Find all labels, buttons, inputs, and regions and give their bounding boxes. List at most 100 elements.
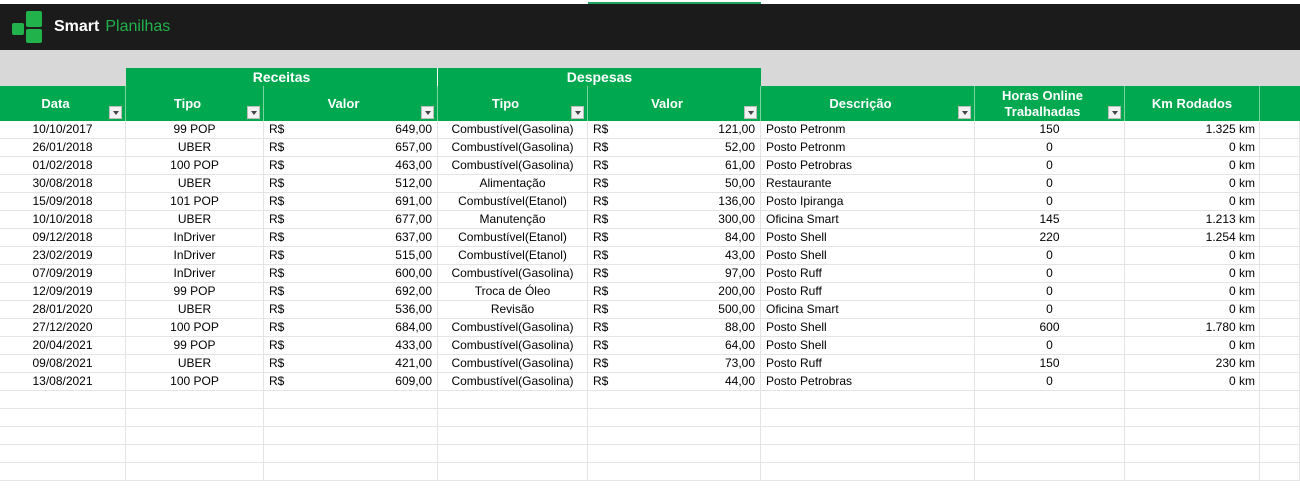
valor-despesa-cell[interactable]: R$ 61,00 <box>588 157 761 174</box>
descricao-cell[interactable]: Oficina Smart <box>761 211 975 228</box>
descricao-cell[interactable]: Posto Shell <box>761 319 975 336</box>
tipo-receita-cell[interactable]: UBER <box>126 355 264 372</box>
km-cell[interactable]: 1.780 km <box>1125 319 1260 336</box>
empty-cell[interactable] <box>0 445 126 462</box>
empty-cell[interactable] <box>1260 463 1300 480</box>
tipo-despesa-cell[interactable]: Combustível(Gasolina) <box>438 319 588 336</box>
data-cell[interactable]: 09/08/2021 <box>0 355 126 372</box>
tipo-receita-cell[interactable]: UBER <box>126 211 264 228</box>
empty-cell[interactable] <box>1260 445 1300 462</box>
descricao-cell[interactable]: Posto Petrobras <box>761 157 975 174</box>
empty-cell[interactable] <box>588 445 761 462</box>
filter-dropdown-icon[interactable] <box>247 106 260 119</box>
horas-cell[interactable]: 0 <box>975 175 1125 192</box>
empty-cell[interactable] <box>761 409 975 426</box>
descricao-cell[interactable]: Posto Ruff <box>761 283 975 300</box>
tipo-receita-cell[interactable]: 99 POP <box>126 337 264 354</box>
filter-dropdown-icon[interactable] <box>1108 106 1121 119</box>
data-cell[interactable]: 10/10/2017 <box>0 121 126 138</box>
filter-dropdown-icon[interactable] <box>958 106 971 119</box>
empty-cell[interactable] <box>0 427 126 444</box>
tipo-despesa-cell[interactable]: Combustível(Gasolina) <box>438 121 588 138</box>
valor-receita-cell[interactable]: R$ 600,00 <box>264 265 438 282</box>
horas-cell[interactable]: 0 <box>975 373 1125 390</box>
tipo-despesa-cell[interactable]: Combustível(Etanol) <box>438 229 588 246</box>
valor-despesa-cell[interactable]: R$ 84,00 <box>588 229 761 246</box>
horas-cell[interactable]: 0 <box>975 157 1125 174</box>
data-cell[interactable]: 23/02/2019 <box>0 247 126 264</box>
tipo-receita-cell[interactable]: InDriver <box>126 265 264 282</box>
descricao-cell[interactable]: Posto Ruff <box>761 265 975 282</box>
tipo-despesa-cell[interactable]: Manutenção <box>438 211 588 228</box>
valor-despesa-cell[interactable]: R$ 43,00 <box>588 247 761 264</box>
empty-cell[interactable] <box>975 463 1125 480</box>
filter-dropdown-icon[interactable] <box>109 106 122 119</box>
valor-despesa-cell[interactable]: R$ 500,00 <box>588 301 761 318</box>
tipo-despesa-cell[interactable]: Combustível(Gasolina) <box>438 337 588 354</box>
valor-receita-cell[interactable]: R$ 536,00 <box>264 301 438 318</box>
tipo-despesa-cell[interactable]: Combustível(Gasolina) <box>438 265 588 282</box>
valor-despesa-cell[interactable]: R$ 52,00 <box>588 139 761 156</box>
empty-cell[interactable] <box>1260 121 1300 138</box>
empty-cell[interactable] <box>588 463 761 480</box>
empty-cell[interactable] <box>1125 463 1260 480</box>
tipo-receita-cell[interactable]: UBER <box>126 301 264 318</box>
empty-cell[interactable] <box>1260 229 1300 246</box>
empty-cell[interactable] <box>126 463 264 480</box>
valor-receita-cell[interactable]: R$ 433,00 <box>264 337 438 354</box>
descricao-cell[interactable]: Posto Shell <box>761 247 975 264</box>
valor-despesa-cell[interactable]: R$ 64,00 <box>588 337 761 354</box>
km-cell[interactable]: 230 km <box>1125 355 1260 372</box>
empty-cell[interactable] <box>438 391 588 408</box>
data-cell[interactable]: 01/02/2018 <box>0 157 126 174</box>
empty-cell[interactable] <box>761 391 975 408</box>
empty-cell[interactable] <box>264 463 438 480</box>
km-cell[interactable]: 1.254 km <box>1125 229 1260 246</box>
valor-receita-cell[interactable]: R$ 609,00 <box>264 373 438 390</box>
descricao-cell[interactable]: Posto Shell <box>761 337 975 354</box>
tipo-receita-cell[interactable]: UBER <box>126 175 264 192</box>
descricao-cell[interactable]: Posto Petronm <box>761 139 975 156</box>
empty-cell[interactable] <box>588 427 761 444</box>
empty-cell[interactable] <box>264 427 438 444</box>
tipo-receita-cell[interactable]: 100 POP <box>126 373 264 390</box>
km-cell[interactable]: 0 km <box>1125 265 1260 282</box>
tipo-despesa-cell[interactable]: Troca de Óleo <box>438 283 588 300</box>
empty-cell[interactable] <box>1260 265 1300 282</box>
data-cell[interactable]: 15/09/2018 <box>0 193 126 210</box>
descricao-cell[interactable]: Restaurante <box>761 175 975 192</box>
empty-cell[interactable] <box>126 391 264 408</box>
horas-cell[interactable]: 0 <box>975 193 1125 210</box>
data-cell[interactable]: 07/09/2019 <box>0 265 126 282</box>
empty-cell[interactable] <box>264 409 438 426</box>
empty-cell[interactable] <box>438 463 588 480</box>
empty-cell[interactable] <box>761 427 975 444</box>
tipo-despesa-cell[interactable]: Combustível(Gasolina) <box>438 373 588 390</box>
empty-cell[interactable] <box>1260 157 1300 174</box>
horas-cell[interactable]: 220 <box>975 229 1125 246</box>
km-cell[interactable]: 0 km <box>1125 175 1260 192</box>
horas-cell[interactable]: 0 <box>975 301 1125 318</box>
valor-despesa-cell[interactable]: R$ 88,00 <box>588 319 761 336</box>
tipo-receita-cell[interactable]: InDriver <box>126 247 264 264</box>
tipo-receita-cell[interactable]: 101 POP <box>126 193 264 210</box>
valor-despesa-cell[interactable]: R$ 136,00 <box>588 193 761 210</box>
horas-cell[interactable]: 150 <box>975 355 1125 372</box>
valor-receita-cell[interactable]: R$ 515,00 <box>264 247 438 264</box>
empty-cell[interactable] <box>1260 139 1300 156</box>
empty-cell[interactable] <box>1260 391 1300 408</box>
valor-despesa-cell[interactable]: R$ 200,00 <box>588 283 761 300</box>
tipo-receita-cell[interactable]: UBER <box>126 139 264 156</box>
valor-receita-cell[interactable]: R$ 637,00 <box>264 229 438 246</box>
data-cell[interactable]: 27/12/2020 <box>0 319 126 336</box>
tipo-despesa-cell[interactable]: Combustível(Gasolina) <box>438 355 588 372</box>
filter-dropdown-icon[interactable] <box>421 106 434 119</box>
valor-despesa-cell[interactable]: R$ 300,00 <box>588 211 761 228</box>
valor-receita-cell[interactable]: R$ 657,00 <box>264 139 438 156</box>
valor-receita-cell[interactable]: R$ 463,00 <box>264 157 438 174</box>
horas-cell[interactable]: 0 <box>975 247 1125 264</box>
tipo-despesa-cell[interactable]: Alimentação <box>438 175 588 192</box>
valor-despesa-cell[interactable]: R$ 97,00 <box>588 265 761 282</box>
empty-cell[interactable] <box>264 391 438 408</box>
km-cell[interactable]: 1.325 km <box>1125 121 1260 138</box>
